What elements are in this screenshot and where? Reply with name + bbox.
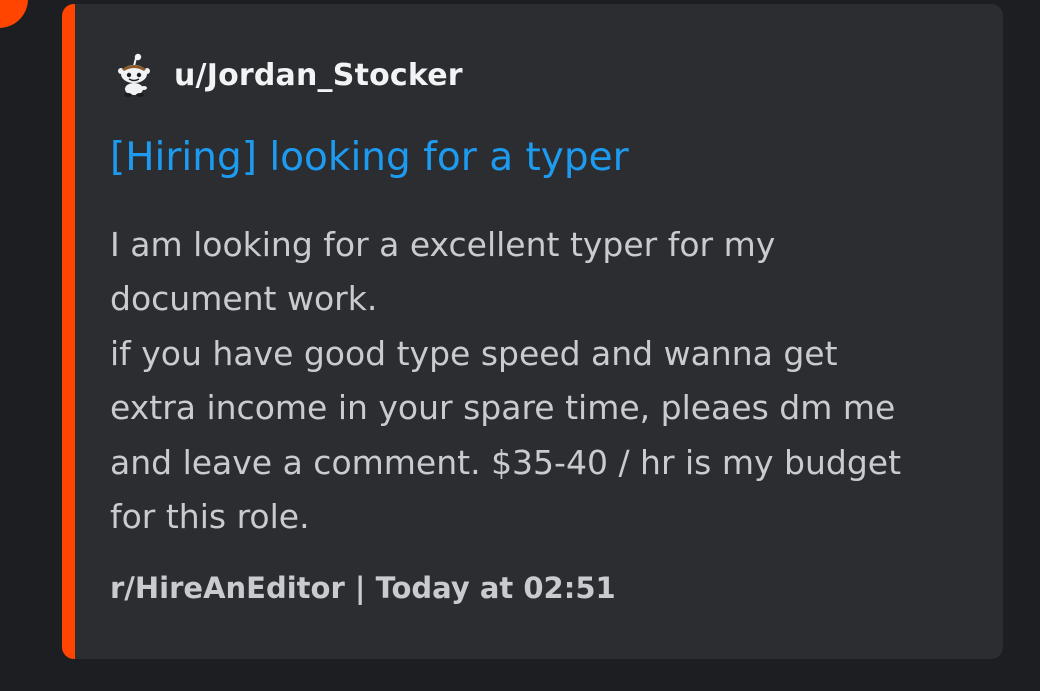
post-body-line: for this role. xyxy=(110,497,310,537)
chat-view: u/Jordan_Stocker [Hiring] looking for a … xyxy=(0,0,1040,691)
embed-footer: r/HireAnEditor | Today at 02:51 xyxy=(110,566,616,610)
subreddit-name: r/HireAnEditor xyxy=(110,571,345,605)
footer-separator: | xyxy=(344,571,376,605)
post-body-line: document work. xyxy=(110,279,378,319)
reddit-snoo-icon xyxy=(118,53,150,97)
post-body-line: extra income in your spare time, pleaes … xyxy=(110,388,896,428)
sender-avatar[interactable] xyxy=(0,0,28,28)
reddit-embed-card: u/Jordan_Stocker [Hiring] looking for a … xyxy=(62,4,1003,659)
author-name[interactable]: u/Jordan_Stocker xyxy=(174,58,463,93)
embed-accent-bar xyxy=(62,4,75,659)
post-title-link[interactable]: [Hiring] looking for a typer xyxy=(110,132,629,184)
post-body-line: and leave a comment. $35-40 / hr is my b… xyxy=(110,442,902,482)
post-timestamp: Today at 02:51 xyxy=(375,571,616,605)
embed-author: u/Jordan_Stocker xyxy=(114,52,463,98)
post-body-line: if you have good type speed and wanna ge… xyxy=(110,333,838,373)
post-body: I am looking for a excellent typer for m… xyxy=(110,218,970,544)
post-body-line: I am looking for a excellent typer for m… xyxy=(110,225,776,264)
